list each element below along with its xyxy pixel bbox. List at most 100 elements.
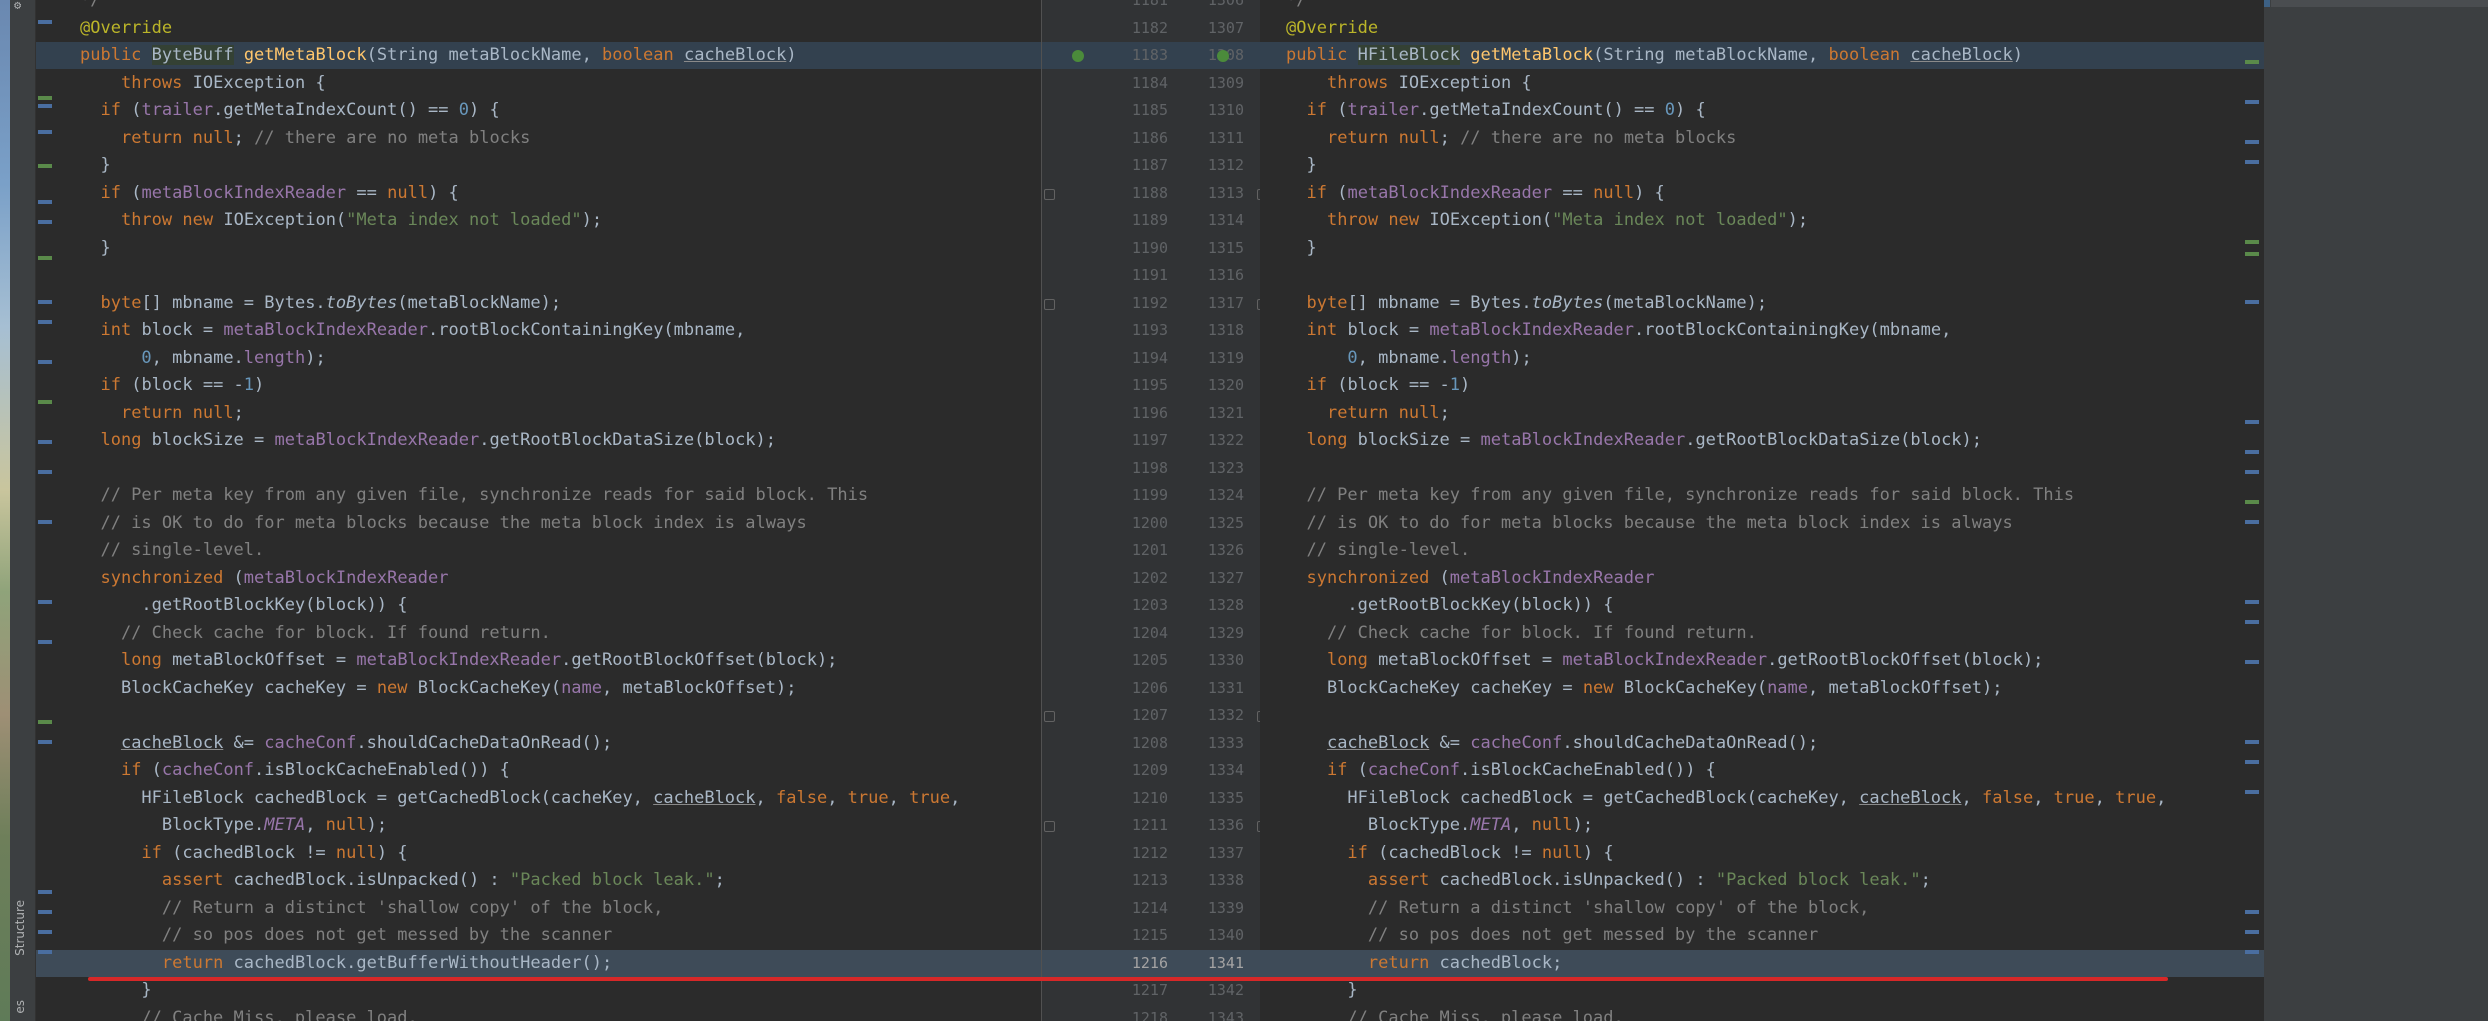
diff-marker[interactable] xyxy=(38,720,52,724)
code-line[interactable]: // Per meta key from any given file, syn… xyxy=(1260,482,2264,509)
code-line[interactable]: BlockType.META, null); xyxy=(36,812,1041,839)
code-line[interactable]: if (trailer.getMetaIndexCount() == 0) { xyxy=(1260,97,2264,124)
fold-marker-icon[interactable] xyxy=(1044,188,1055,200)
code-line[interactable]: // single-level. xyxy=(36,537,1041,564)
diff-marker[interactable] xyxy=(38,950,52,954)
code-line[interactable]: */ xyxy=(36,0,1041,14)
code-line[interactable]: HFileBlock cachedBlock = getCachedBlock(… xyxy=(36,785,1041,812)
code-line[interactable]: assert cachedBlock.isUnpacked() : "Packe… xyxy=(36,867,1041,894)
diff-marker[interactable] xyxy=(2245,60,2259,64)
code-line[interactable]: } xyxy=(1260,152,2264,179)
override-method-icon[interactable] xyxy=(1072,50,1084,62)
code-line[interactable]: } xyxy=(1260,235,2264,262)
diff-marker[interactable] xyxy=(38,164,52,168)
settings-gear-icon[interactable]: ⚙ xyxy=(14,0,30,11)
diff-marker[interactable] xyxy=(2245,450,2259,454)
diff-marker[interactable] xyxy=(38,930,52,934)
diff-marker[interactable] xyxy=(38,910,52,914)
side-tab-label[interactable]: es xyxy=(13,1000,31,1014)
code-line[interactable]: return cachedBlock.getBufferWithoutHeade… xyxy=(36,949,1041,977)
diff-marker[interactable] xyxy=(2245,300,2259,304)
diff-marker[interactable] xyxy=(2245,240,2259,244)
code-line[interactable]: long blockSize = metaBlockIndexReader.ge… xyxy=(1260,427,2264,454)
code-line[interactable]: // Return a distinct 'shallow copy' of t… xyxy=(1260,895,2264,922)
code-line[interactable]: if (block == -1) xyxy=(1260,372,2264,399)
code-line[interactable]: if (cacheConf.isBlockCacheEnabled()) { xyxy=(1260,757,2264,784)
code-line[interactable]: if (cachedBlock != null) { xyxy=(36,840,1041,867)
code-line[interactable]: // Cache Miss, please load. xyxy=(36,1005,1041,1021)
code-line[interactable] xyxy=(36,455,1041,482)
fold-marker-icon[interactable] xyxy=(1044,711,1055,722)
diff-marker[interactable] xyxy=(2245,790,2259,794)
code-line[interactable]: // so pos does not get messed by the sca… xyxy=(36,922,1041,949)
horizontal-scrollbar-thumb[interactable] xyxy=(2264,0,2270,7)
diff-marker[interactable] xyxy=(38,130,52,134)
diff-marker[interactable] xyxy=(38,256,52,260)
code-line[interactable]: throws IOException { xyxy=(1260,70,2264,97)
code-line[interactable]: throw new IOException("Meta index not lo… xyxy=(36,207,1041,234)
diff-marker[interactable] xyxy=(38,360,52,364)
code-line[interactable]: synchronized (metaBlockIndexReader xyxy=(36,565,1041,592)
code-line[interactable]: byte[] mbname = Bytes.toBytes(metaBlockN… xyxy=(1260,290,2264,317)
diff-left-pane[interactable]: */ @Override public ByteBuff getMetaBlock(… xyxy=(36,0,1041,1021)
structure-tab[interactable]: Structure xyxy=(13,900,31,956)
code-line[interactable]: if (block == -1) xyxy=(36,372,1041,399)
diff-marker[interactable] xyxy=(2245,140,2259,144)
code-line[interactable]: cacheBlock &= cacheConf.shouldCacheDataO… xyxy=(36,730,1041,757)
diff-marker[interactable] xyxy=(38,320,52,324)
code-line[interactable] xyxy=(1260,262,2264,289)
code-line[interactable]: assert cachedBlock.isUnpacked() : "Packe… xyxy=(1260,867,2264,894)
code-line[interactable]: if (cacheConf.isBlockCacheEnabled()) { xyxy=(36,757,1041,784)
code-line[interactable]: @Override xyxy=(1260,15,2264,42)
diff-marker[interactable] xyxy=(38,96,52,100)
diff-marker[interactable] xyxy=(2245,252,2259,256)
horizontal-scrollbar-track[interactable] xyxy=(2271,0,2488,7)
code-line[interactable]: synchronized (metaBlockIndexReader xyxy=(1260,565,2264,592)
code-line[interactable]: throws IOException { xyxy=(36,70,1041,97)
diff-marker[interactable] xyxy=(38,640,52,644)
code-line[interactable]: // Check cache for block. If found retur… xyxy=(1260,620,2264,647)
diff-marker[interactable] xyxy=(2245,420,2259,424)
diff-marker[interactable] xyxy=(2245,660,2259,664)
diff-marker[interactable] xyxy=(38,600,52,604)
code-line[interactable]: } xyxy=(36,235,1041,262)
code-line[interactable]: .getRootBlockKey(block)) { xyxy=(1260,592,2264,619)
code-line[interactable]: } xyxy=(1260,977,2264,1004)
code-line[interactable]: long metaBlockOffset = metaBlockIndexRea… xyxy=(1260,647,2264,674)
diff-marker[interactable] xyxy=(2245,100,2259,104)
code-line[interactable]: return null; // there are no meta blocks xyxy=(36,125,1041,152)
code-line[interactable]: @Override xyxy=(36,15,1041,42)
code-line[interactable]: // single-level. xyxy=(1260,537,2264,564)
code-line[interactable]: // so pos does not get messed by the sca… xyxy=(1260,922,2264,949)
code-line[interactable]: HFileBlock cachedBlock = getCachedBlock(… xyxy=(1260,785,2264,812)
diff-marker[interactable] xyxy=(2245,950,2259,954)
code-line[interactable]: return null; xyxy=(36,400,1041,427)
code-line[interactable]: public HFileBlock getMetaBlock(String me… xyxy=(1260,42,2264,69)
code-line[interactable]: throw new IOException("Meta index not lo… xyxy=(1260,207,2264,234)
code-line[interactable]: */ xyxy=(1260,0,2264,14)
diff-marker[interactable] xyxy=(2245,760,2259,764)
code-line[interactable]: // Check cache for block. If found retur… xyxy=(36,620,1041,647)
diff-marker[interactable] xyxy=(38,104,52,108)
implements-method-icon[interactable] xyxy=(1217,50,1229,62)
diff-marker[interactable] xyxy=(2245,500,2259,504)
diff-marker[interactable] xyxy=(38,20,52,24)
diff-marker[interactable] xyxy=(2245,160,2259,164)
code-line[interactable] xyxy=(1260,455,2264,482)
code-line[interactable]: if (metaBlockIndexReader == null) { xyxy=(36,180,1041,207)
code-line[interactable]: // is OK to do for meta blocks because t… xyxy=(36,510,1041,537)
diff-marker[interactable] xyxy=(38,440,52,444)
diff-marker[interactable] xyxy=(2245,910,2259,914)
code-line[interactable]: int block = metaBlockIndexReader.rootBlo… xyxy=(1260,317,2264,344)
code-line[interactable] xyxy=(36,702,1041,729)
code-line[interactable]: cacheBlock &= cacheConf.shouldCacheDataO… xyxy=(1260,730,2264,757)
diff-marker[interactable] xyxy=(2245,600,2259,604)
diff-marker[interactable] xyxy=(2245,520,2259,524)
code-line[interactable]: int block = metaBlockIndexReader.rootBlo… xyxy=(36,317,1041,344)
diff-marker[interactable] xyxy=(2245,620,2259,624)
diff-marker[interactable] xyxy=(38,470,52,474)
diff-marker[interactable] xyxy=(38,520,52,524)
diff-marker[interactable] xyxy=(38,300,52,304)
code-line[interactable]: 0, mbname.length); xyxy=(36,345,1041,372)
code-line[interactable]: return null; xyxy=(1260,400,2264,427)
